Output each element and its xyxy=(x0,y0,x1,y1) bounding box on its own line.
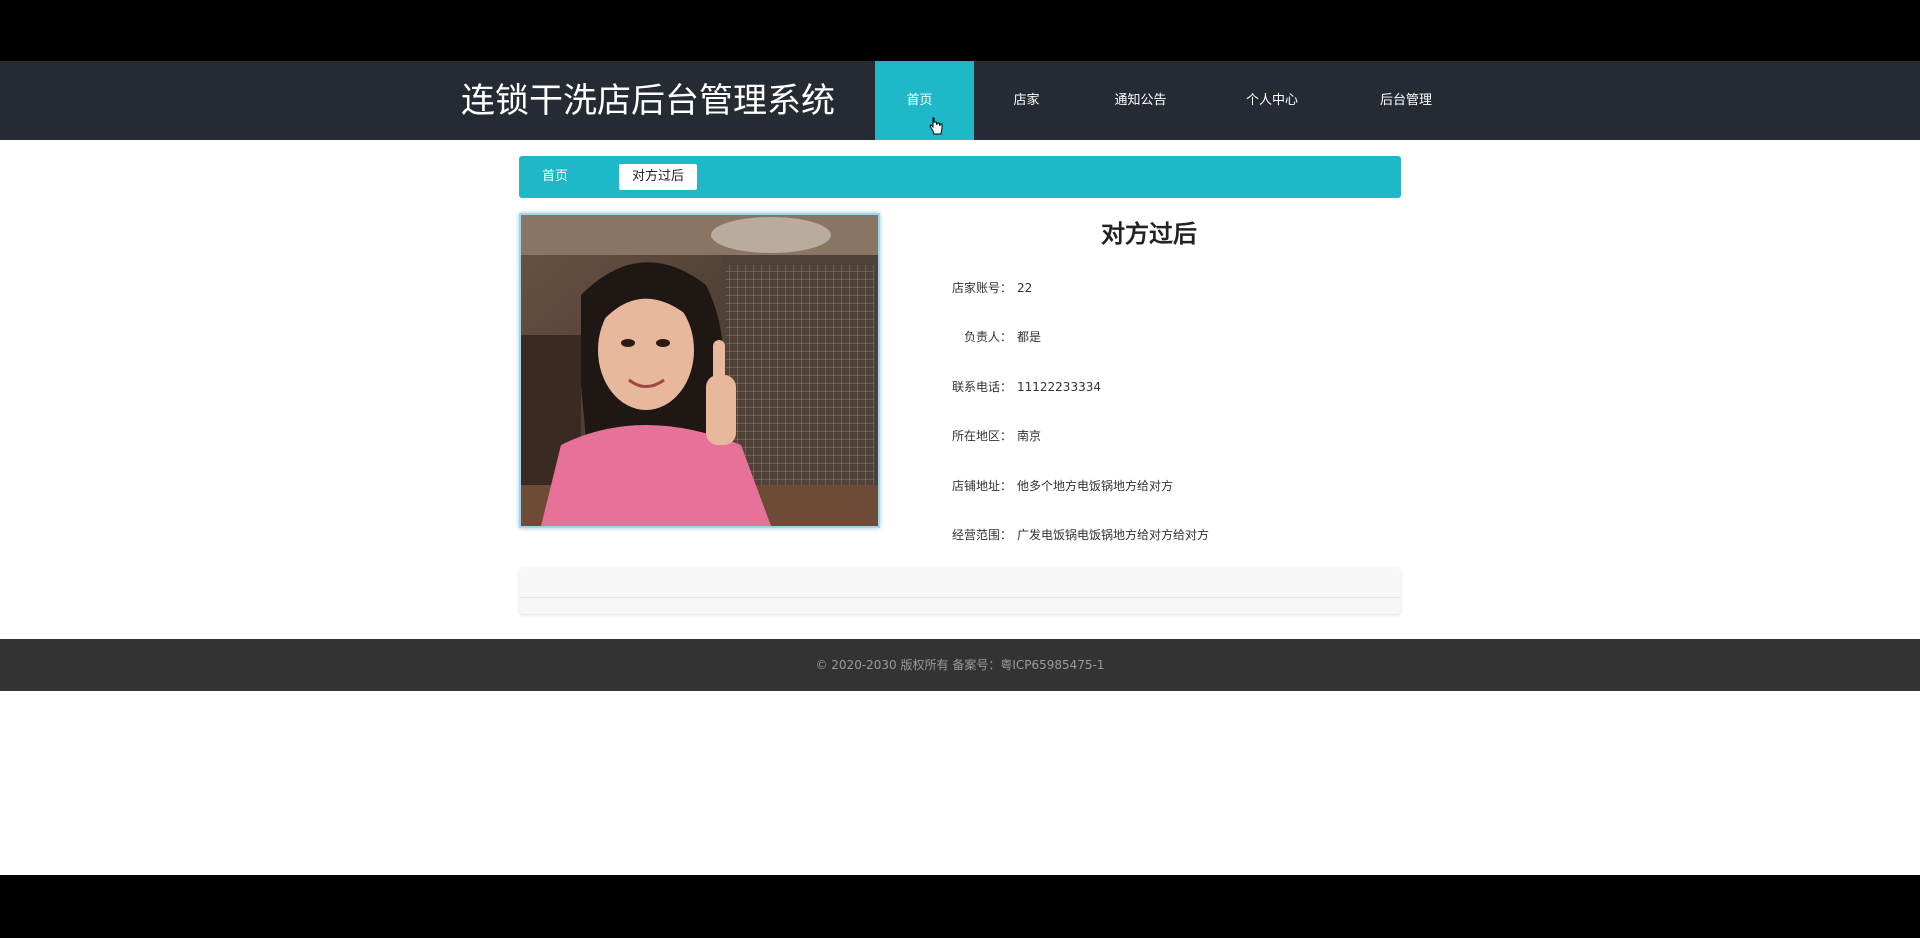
nav-item-home[interactable]: 首页 xyxy=(875,61,974,140)
field-region-label: 所在地区： xyxy=(951,429,1012,443)
footer-copyright: © 2020-2030 版权所有 备案号：粤ICP65985475-1 xyxy=(815,658,1105,672)
hand-cursor-icon xyxy=(928,92,943,134)
main-nav: 首页 店家 通知公告 个人中心 后台管理 xyxy=(875,61,1470,140)
field-phone-value: 11122233334 xyxy=(1017,380,1101,394)
field-scope-label: 经营范围： xyxy=(951,528,1012,542)
field-address-label: 店铺地址： xyxy=(951,479,1012,493)
detail-panel xyxy=(519,568,1401,614)
panel-divider xyxy=(519,597,1401,598)
field-region-value: 南京 xyxy=(1017,429,1042,443)
main-content: 首页 对方过后 对方过后 店家账号： 22 负责人： 都是 联系电话： 1112… xyxy=(0,140,1920,639)
field-account: 店家账号： 22 xyxy=(920,278,1032,298)
site-title: 连锁干洗店后台管理系统 xyxy=(461,81,835,121)
field-phone-label: 联系电话： xyxy=(951,380,1012,394)
nav-item-admin[interactable]: 后台管理 xyxy=(1342,61,1470,140)
nav-item-shops[interactable]: 店家 xyxy=(974,61,1079,140)
page-blank-area xyxy=(0,691,1920,875)
field-address: 店铺地址： 他多个地方电饭锅地方给对方 xyxy=(920,476,1173,496)
breadcrumb-home-link[interactable]: 首页 xyxy=(542,156,568,198)
field-address-value: 他多个地方电饭锅地方给对方 xyxy=(1017,479,1174,493)
shop-name-title: 对方过后 xyxy=(1101,220,1197,248)
breadcrumb-current: 对方过后 xyxy=(619,164,698,190)
letterbox-top xyxy=(0,0,1920,61)
field-phone: 联系电话： 11122233334 xyxy=(920,377,1101,397)
field-scope: 经营范围： 广发电饭锅电饭锅地方给对方给对方 xyxy=(920,525,1209,545)
field-manager-value: 都是 xyxy=(1017,330,1042,344)
nav-item-notices[interactable]: 通知公告 xyxy=(1079,61,1202,140)
nav-item-personal-center[interactable]: 个人中心 xyxy=(1202,61,1342,140)
header: 连锁干洗店后台管理系统 首页 店家 通知公告 个人中心 后台管理 xyxy=(0,61,1920,140)
shop-photo xyxy=(519,213,880,528)
field-region: 所在地区： 南京 xyxy=(920,426,1041,446)
field-account-label: 店家账号： xyxy=(951,281,1012,295)
breadcrumb: 首页 对方过后 xyxy=(519,156,1401,198)
field-manager: 负责人： 都是 xyxy=(920,327,1041,347)
field-account-value: 22 xyxy=(1017,281,1033,295)
field-manager-label: 负责人： xyxy=(963,330,1012,344)
footer: © 2020-2030 版权所有 备案号：粤ICP65985475-1 xyxy=(0,639,1920,691)
field-scope-value: 广发电饭锅电饭锅地方给对方给对方 xyxy=(1017,528,1210,542)
letterbox-bottom xyxy=(0,875,1920,938)
